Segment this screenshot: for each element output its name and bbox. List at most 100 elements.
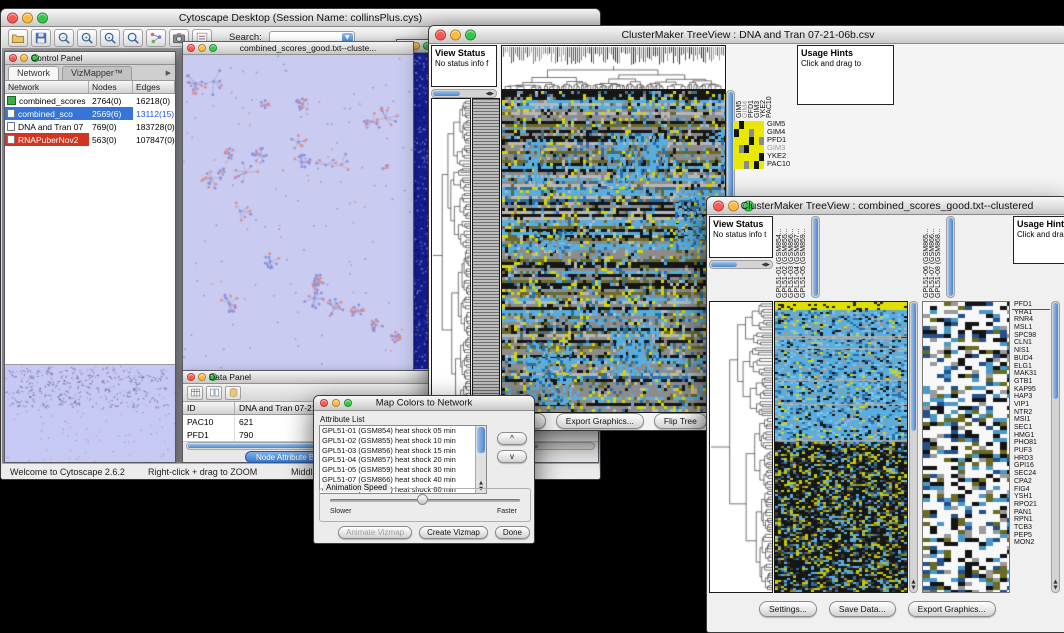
- gene-label[interactable]: MSI1: [1012, 416, 1050, 424]
- close-icon[interactable]: [187, 44, 195, 52]
- tab-overflow-icon[interactable]: ▶: [166, 69, 171, 80]
- scrollbar-thumb[interactable]: [477, 427, 485, 453]
- scrollbar-thumb[interactable]: [1053, 303, 1058, 399]
- attribute-item[interactable]: GPL51-03 (GSM856) heat shock 15 min: [320, 446, 475, 456]
- minimize-icon[interactable]: [198, 44, 206, 52]
- listbox-scrollbar[interactable]: ▲▼: [475, 426, 486, 493]
- gene-label[interactable]: YRA1: [1012, 309, 1050, 317]
- create-vizmap-button[interactable]: Create Vizmap: [419, 526, 488, 539]
- gene-label[interactable]: SEC1: [1012, 424, 1050, 432]
- gene-label[interactable]: MAK31: [1012, 370, 1050, 378]
- scrollbar-thumb[interactable]: [728, 92, 733, 202]
- heatmap-vscrollbar[interactable]: ▲▼: [909, 301, 918, 593]
- label-vscrollbar[interactable]: [946, 216, 955, 298]
- table-icon[interactable]: [187, 386, 203, 400]
- gene-dendrogram-panel[interactable]: [431, 98, 471, 413]
- scroll-arrows[interactable]: ◀▶: [486, 90, 494, 97]
- settings-button[interactable]: Settings...: [759, 601, 817, 617]
- label-vscrollbar[interactable]: [811, 216, 820, 298]
- export-graphics-button[interactable]: Export Graphics...: [556, 413, 644, 429]
- gene-label[interactable]: TCB3: [1012, 524, 1050, 532]
- column-dendrogram-panel[interactable]: [501, 45, 726, 90]
- close-icon[interactable]: [713, 200, 724, 211]
- zoom-in-icon[interactable]: +: [77, 29, 97, 47]
- save-icon[interactable]: [31, 29, 51, 47]
- secondary-heatmap-panel[interactable]: [922, 301, 1010, 593]
- scrollbar-thumb[interactable]: [911, 303, 916, 431]
- column-header-id[interactable]: ID: [183, 402, 235, 414]
- gene-label[interactable]: PFD1: [1012, 301, 1050, 309]
- gene-label[interactable]: SPC98: [1012, 332, 1050, 340]
- treeview-titlebar[interactable]: ClusterMaker TreeView : DNA and Tran 07-…: [429, 26, 1064, 44]
- database-icon[interactable]: [225, 386, 241, 400]
- gene-label[interactable]: ELG1: [1012, 363, 1050, 371]
- zoom-fit-icon[interactable]: [123, 29, 143, 47]
- attribute-item[interactable]: GPL51-01 (GSM854) heat shock 05 min: [320, 426, 475, 436]
- gene-label[interactable]: KAP95: [1012, 386, 1050, 394]
- flip-tree-button[interactable]: Flip Tree: [654, 413, 707, 429]
- gene-label[interactable]: HMG1: [1012, 432, 1050, 440]
- scrollbar-thumb[interactable]: [948, 218, 953, 296]
- network-overview-canvas[interactable]: [5, 365, 175, 462]
- control-panel-titlebar[interactable]: Control Panel: [5, 52, 175, 65]
- network-list-row[interactable]: combined_sco2569(6)13112(15): [5, 107, 175, 120]
- scrollbar-thumb[interactable]: [813, 218, 818, 296]
- heatmap-panel[interactable]: [501, 90, 726, 413]
- gene-label[interactable]: RPN1: [1012, 516, 1050, 524]
- gene-label[interactable]: FIG4: [1012, 486, 1050, 494]
- tab-network[interactable]: Network: [8, 66, 59, 80]
- gene-label[interactable]: RNR4: [1012, 316, 1050, 324]
- gene-label[interactable]: SEC24: [1012, 470, 1050, 478]
- attribute-item[interactable]: GPL51-02 (GSM855) heat shock 10 min: [320, 436, 475, 446]
- network-list-row[interactable]: combined_scores2764(0)16218(0): [5, 94, 175, 107]
- gene-label[interactable]: VIP1: [1012, 401, 1050, 409]
- header-nodes[interactable]: Nodes: [89, 81, 133, 93]
- gene-label[interactable]: CPA2: [1012, 478, 1050, 486]
- gene-label[interactable]: NIS1: [1012, 347, 1050, 355]
- scroll-arrows[interactable]: ◀▶: [762, 261, 770, 268]
- gene-label[interactable]: PUF3: [1012, 447, 1050, 455]
- gene-label[interactable]: HRD3: [1012, 455, 1050, 463]
- gene-label[interactable]: GPI16: [1012, 462, 1050, 470]
- network-list-row[interactable]: RNAPuberNov2563(0)107847(0): [5, 133, 175, 146]
- header-edges[interactable]: Edges: [133, 81, 175, 93]
- network-graph-canvas[interactable]: [183, 55, 413, 372]
- correlation-matrix[interactable]: [734, 121, 764, 169]
- attribute-item[interactable]: GPL51-05 (GSM859) heat shock 30 min: [320, 465, 475, 475]
- gene-label[interactable]: YSH1: [1012, 493, 1050, 501]
- tree-hscrollbar[interactable]: ◀▶: [709, 260, 773, 269]
- tree-hscrollbar[interactable]: ◀▶: [431, 89, 497, 98]
- select-columns-icon[interactable]: [206, 386, 222, 400]
- scrollbar-thumb[interactable]: [433, 91, 460, 96]
- gene-name-strip[interactable]: [472, 98, 500, 413]
- move-down-button[interactable]: v: [497, 450, 527, 463]
- gene-dendrogram-panel[interactable]: [709, 301, 773, 593]
- close-icon[interactable]: [320, 399, 328, 407]
- gene-label[interactable]: NTR2: [1012, 409, 1050, 417]
- close-icon[interactable]: [435, 29, 446, 40]
- export-graphics-button[interactable]: Export Graphics...: [908, 601, 996, 617]
- gene-label[interactable]: BUD4: [1012, 355, 1050, 363]
- gene-label[interactable]: PEP5: [1012, 532, 1050, 540]
- save-data-button[interactable]: Save Data...: [829, 601, 896, 617]
- gene-label[interactable]: CLN1: [1012, 339, 1050, 347]
- gene-label[interactable]: RPO21: [1012, 501, 1050, 509]
- minimize-icon[interactable]: [198, 373, 206, 381]
- network-view-titlebar[interactable]: combined_scores_good.txt--cluste...: [183, 42, 413, 55]
- header-network[interactable]: Network: [5, 81, 89, 93]
- zoom-out-icon[interactable]: −: [54, 29, 74, 47]
- close-icon[interactable]: [187, 373, 195, 381]
- close-icon[interactable]: [7, 12, 18, 23]
- heatmap-panel[interactable]: [774, 301, 908, 593]
- slider-thumb[interactable]: [417, 494, 428, 505]
- scroll-arrows[interactable]: ▲▼: [910, 579, 917, 591]
- tab-vizmapper[interactable]: VizMapper™: [62, 66, 132, 80]
- done-button[interactable]: Done: [495, 526, 530, 539]
- gene-label[interactable]: MON2: [1012, 539, 1050, 547]
- dialog-titlebar[interactable]: Map Colors to Network: [314, 396, 534, 411]
- gene-label[interactable]: GTB1: [1012, 378, 1050, 386]
- gene-label[interactable]: PHO81: [1012, 439, 1050, 447]
- network-view-icon[interactable]: [146, 29, 166, 47]
- zoom-selected-icon[interactable]: ▪: [100, 29, 120, 47]
- gene-label[interactable]: MSL1: [1012, 324, 1050, 332]
